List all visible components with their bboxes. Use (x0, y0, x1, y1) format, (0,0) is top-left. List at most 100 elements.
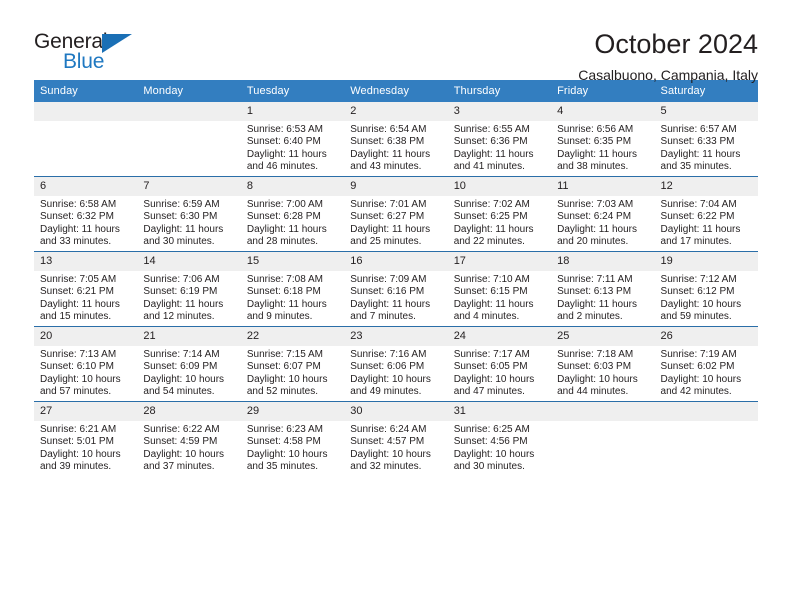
sunset-text: Sunset: 6:10 PM (40, 361, 114, 373)
day-sun-info: Sunrise: 7:16 AM Sunset: 6:06 PM Daylight:… (344, 346, 447, 398)
calendar-day-cell[interactable]: 11 Sunrise: 7:03 AM Sunset: 6:24 PM Dayligh… (551, 176, 655, 252)
sunrise-text: Sunrise: 6:56 AM (557, 124, 634, 135)
daylight-text-cont: and 33 minutes. (40, 235, 112, 247)
calendar-day-cell[interactable]: 25 Sunrise: 7:18 AM Sunset: 6:03 PM Dayligh… (551, 326, 655, 402)
day-sun-info: Sunrise: 7:13 AM Sunset: 6:10 PM Daylight:… (34, 346, 137, 398)
day-number (551, 402, 655, 421)
weekday-header-tuesday: Tuesday (240, 80, 345, 102)
daylight-text: Daylight: 10 hours (350, 448, 431, 460)
calendar-day-cell[interactable]: 10 Sunrise: 7:02 AM Sunset: 6:25 PM Dayligh… (447, 176, 552, 252)
calendar-day-cell[interactable]: 15 Sunrise: 7:08 AM Sunset: 6:18 PM Dayligh… (240, 251, 345, 327)
sunset-text: Sunset: 6:22 PM (660, 211, 735, 223)
calendar-day-cell[interactable]: 27 Sunrise: 6:21 AM Sunset: 5:01 PM Dayligh… (34, 401, 138, 476)
calendar-day-cell[interactable]: 4 Sunrise: 6:56 AM Sunset: 6:35 PM Daylight… (551, 102, 655, 177)
sunrise-text: Sunrise: 7:06 AM (143, 274, 220, 285)
day-number: 6 (34, 177, 138, 196)
sunset-text: Sunset: 6:21 PM (40, 286, 114, 298)
calendar-week-row: 27 Sunrise: 6:21 AM Sunset: 5:01 PM Dayligh… (34, 401, 758, 476)
daylight-text: Daylight: 11 hours (453, 223, 534, 235)
daylight-text-cont: and 30 minutes. (453, 460, 525, 472)
sunset-text: Sunset: 6:18 PM (246, 286, 321, 298)
day-sun-info: Sunrise: 6:25 AM Sunset: 4:56 PM Daylight:… (448, 421, 551, 473)
calendar-day-cell[interactable]: 20 Sunrise: 7:13 AM Sunset: 6:10 PM Dayligh… (34, 326, 138, 402)
day-number: 27 (34, 402, 138, 421)
sunset-text: Sunset: 6:25 PM (453, 211, 528, 223)
calendar-day-cell[interactable]: 6 Sunrise: 6:58 AM Sunset: 6:32 PM Daylight… (34, 176, 138, 252)
sunrise-text: Sunrise: 7:11 AM (557, 274, 633, 285)
sunrise-text: Sunrise: 7:17 AM (453, 349, 530, 360)
sunrise-text: Sunrise: 7:12 AM (660, 274, 737, 285)
calendar-day-cell[interactable]: 18 Sunrise: 7:11 AM Sunset: 6:13 PM Dayligh… (551, 251, 655, 327)
day-number: 19 (654, 252, 758, 271)
calendar-day-cell[interactable]: 9 Sunrise: 7:01 AM Sunset: 6:27 PM Daylight… (344, 176, 448, 252)
daylight-text-cont: and 57 minutes. (40, 385, 112, 397)
day-number: 29 (240, 402, 345, 421)
calendar-day-cell[interactable]: 21 Sunrise: 7:14 AM Sunset: 6:09 PM Dayligh… (137, 326, 241, 402)
calendar-day-cell[interactable]: 17 Sunrise: 7:10 AM Sunset: 6:15 PM Dayligh… (447, 251, 552, 327)
sunrise-text: Sunrise: 7:18 AM (557, 349, 634, 360)
calendar-day-cell[interactable]: 7 Sunrise: 6:59 AM Sunset: 6:30 PM Daylight… (137, 176, 241, 252)
daylight-text: Daylight: 10 hours (660, 373, 742, 385)
daylight-text-cont: and 22 minutes. (453, 235, 525, 247)
daylight-text-cont: and 35 minutes. (246, 460, 319, 472)
calendar-day-cell[interactable]: 3 Sunrise: 6:55 AM Sunset: 6:36 PM Daylight… (447, 102, 552, 177)
calendar-day-cell[interactable]: 13 Sunrise: 7:05 AM Sunset: 6:21 PM Dayligh… (34, 251, 138, 327)
logo-triangle-icon (102, 34, 132, 53)
calendar-day-cell[interactable]: 23 Sunrise: 7:16 AM Sunset: 6:06 PM Dayligh… (344, 326, 448, 402)
daylight-text: Daylight: 11 hours (246, 298, 327, 310)
calendar-day-cell[interactable]: 12 Sunrise: 7:04 AM Sunset: 6:22 PM Dayligh… (654, 176, 758, 252)
sunset-text: Sunset: 6:40 PM (246, 136, 321, 148)
calendar-day-cell[interactable]: 19 Sunrise: 7:12 AM Sunset: 6:12 PM Dayligh… (654, 251, 758, 327)
day-sun-info: Sunrise: 7:00 AM Sunset: 6:28 PM Daylight:… (241, 196, 344, 248)
sunrise-text: Sunrise: 6:57 AM (660, 124, 737, 135)
calendar-day-cell[interactable]: 2 Sunrise: 6:54 AM Sunset: 6:38 PM Daylight… (344, 102, 448, 177)
calendar-day-cell[interactable]: 5 Sunrise: 6:57 AM Sunset: 6:33 PM Daylight… (654, 102, 758, 177)
day-sun-info: Sunrise: 7:09 AM Sunset: 6:16 PM Daylight:… (344, 271, 447, 323)
daylight-text: Daylight: 11 hours (246, 223, 327, 235)
daylight-text: Daylight: 11 hours (350, 223, 431, 235)
daylight-text-cont: and 25 minutes. (350, 235, 422, 247)
page-title: October 2024 (594, 29, 758, 59)
daylight-text: Daylight: 10 hours (40, 448, 121, 460)
sunrise-text: Sunrise: 7:05 AM (40, 274, 117, 285)
daylight-text-cont: and 32 minutes. (350, 460, 422, 472)
logo-text-blue: Blue (63, 50, 105, 73)
calendar-day-cell[interactable]: 26 Sunrise: 7:19 AM Sunset: 6:02 PM Dayligh… (654, 326, 758, 402)
calendar-day-cell[interactable]: 30 Sunrise: 6:24 AM Sunset: 4:57 PM Dayligh… (344, 401, 448, 476)
daylight-text-cont: and 4 minutes. (453, 310, 520, 322)
calendar-day-cell[interactable]: 1 Sunrise: 6:53 AM Sunset: 6:40 PM Daylight… (240, 102, 345, 177)
sunrise-text: Sunrise: 7:13 AM (40, 349, 117, 360)
location-subtitle: Casalbuono, Campania, Italy (578, 67, 758, 83)
calendar-day-cell[interactable]: 16 Sunrise: 7:09 AM Sunset: 6:16 PM Dayligh… (344, 251, 448, 327)
calendar-day-cell[interactable]: 14 Sunrise: 7:06 AM Sunset: 6:19 PM Dayligh… (137, 251, 241, 327)
day-number: 30 (344, 402, 448, 421)
daylight-text: Daylight: 11 hours (453, 148, 534, 160)
sunset-text: Sunset: 6:13 PM (557, 286, 632, 298)
calendar-day-cell[interactable]: 29 Sunrise: 6:23 AM Sunset: 4:58 PM Dayligh… (240, 401, 345, 476)
day-number: 10 (447, 177, 552, 196)
calendar-week-row: 1 Sunrise: 6:53 AM Sunset: 6:40 PM Daylight… (34, 102, 758, 177)
day-number (654, 402, 758, 421)
sunset-text: Sunset: 4:57 PM (350, 436, 425, 448)
calendar-day-cell[interactable]: 8 Sunrise: 7:00 AM Sunset: 6:28 PM Daylight… (240, 176, 345, 252)
sunrise-text: Sunrise: 7:03 AM (557, 199, 634, 210)
sunrise-text: Sunrise: 7:19 AM (660, 349, 737, 360)
sunset-text: Sunset: 6:27 PM (350, 211, 425, 223)
day-number: 8 (240, 177, 345, 196)
daylight-text: Daylight: 10 hours (246, 373, 328, 385)
day-sun-info: Sunrise: 6:59 AM Sunset: 6:30 PM Daylight:… (137, 196, 240, 248)
daylight-text: Daylight: 10 hours (453, 373, 535, 385)
day-number: 18 (551, 252, 655, 271)
calendar-day-cell[interactable]: 31 Sunrise: 6:25 AM Sunset: 4:56 PM Dayligh… (447, 401, 552, 476)
calendar-day-cell[interactable]: 28 Sunrise: 6:22 AM Sunset: 4:59 PM Dayligh… (137, 401, 241, 476)
day-number: 15 (240, 252, 345, 271)
calendar-day-cell[interactable]: 22 Sunrise: 7:15 AM Sunset: 6:07 PM Dayligh… (240, 326, 345, 402)
day-sun-info: Sunrise: 6:24 AM Sunset: 4:57 PM Daylight:… (344, 421, 447, 473)
sunrise-text: Sunrise: 6:58 AM (40, 199, 117, 210)
sunset-text: Sunset: 5:01 PM (40, 436, 114, 448)
general-blue-logo[interactable]: General Blue (34, 28, 144, 78)
daylight-text: Daylight: 11 hours (557, 223, 637, 235)
calendar-day-cell[interactable]: 24 Sunrise: 7:17 AM Sunset: 6:05 PM Dayligh… (447, 326, 552, 402)
day-number: 21 (137, 327, 241, 346)
day-number: 9 (344, 177, 448, 196)
